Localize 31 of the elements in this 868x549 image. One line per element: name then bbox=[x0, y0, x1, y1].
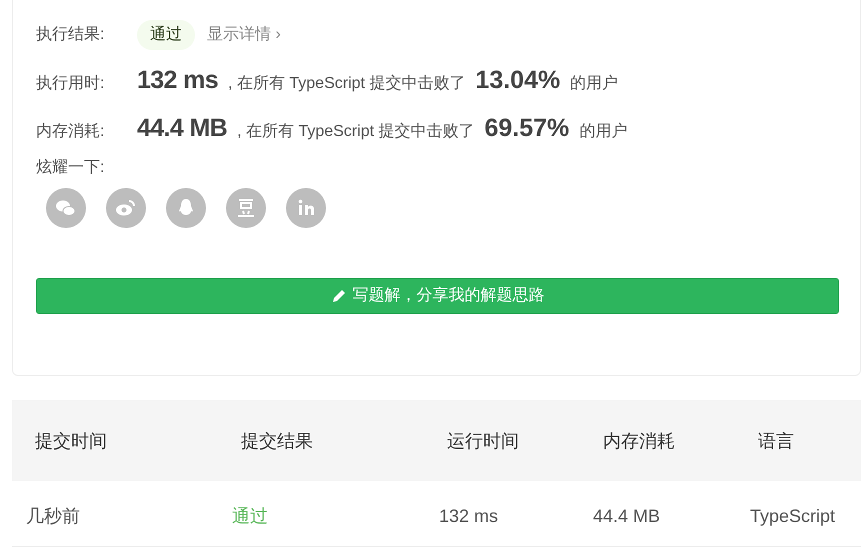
eye-swirl-icon[interactable] bbox=[106, 188, 146, 228]
stat-percent: 13.04% bbox=[475, 65, 560, 96]
column-header: 内存消耗 bbox=[603, 430, 675, 453]
chat-bubbles-icon[interactable] bbox=[46, 188, 86, 228]
table-cell-text: 44.4 MB bbox=[593, 505, 660, 528]
stat-percent: 69.57% bbox=[484, 113, 570, 144]
table-cell-text: 几秒前 bbox=[26, 505, 80, 528]
column-header: 运行时间 bbox=[447, 430, 519, 453]
result-label: 执行结果: bbox=[36, 24, 106, 45]
column-header: 提交结果 bbox=[241, 430, 313, 453]
stat-label: 执行用时: bbox=[36, 74, 106, 94]
status-text: 通过 bbox=[232, 505, 268, 528]
bean-glyph-icon[interactable] bbox=[226, 188, 266, 228]
penguin-icon[interactable] bbox=[166, 188, 206, 228]
stat-label: 内存消耗: bbox=[36, 122, 106, 142]
column-header: 语言 bbox=[758, 430, 794, 453]
stat-suffix: 的用户 bbox=[570, 74, 618, 94]
stat-value: 44.4 MB bbox=[137, 113, 228, 144]
status-badge: 通过 bbox=[137, 20, 195, 50]
write-solution-button[interactable]: 写题解，分享我的解题思路 bbox=[36, 278, 839, 314]
stat-value: 132 ms bbox=[137, 65, 218, 96]
stat-suffix: 的用户 bbox=[579, 122, 628, 142]
details-link[interactable]: 显示详情 › bbox=[207, 23, 281, 47]
stat-text: , 在所有 TypeScript 提交中击败了 bbox=[228, 74, 466, 94]
pencil-icon bbox=[330, 288, 346, 304]
stat-text: , 在所有 TypeScript 提交中击败了 bbox=[237, 122, 474, 142]
table-cell-text: 132 ms bbox=[439, 505, 498, 528]
share-label: 炫耀一下: bbox=[36, 158, 106, 178]
in-letters-icon[interactable] bbox=[286, 188, 326, 228]
table-cell-text: TypeScript bbox=[750, 505, 836, 528]
column-header: 提交时间 bbox=[35, 430, 107, 453]
